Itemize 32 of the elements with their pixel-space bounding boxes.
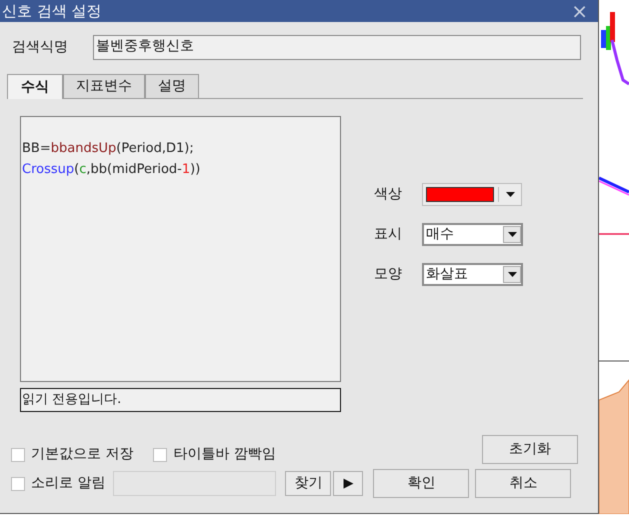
dropdown[interactable]: 매수 [422, 223, 523, 246]
window-title: 신호 검색 설정 [2, 4, 102, 18]
dropdown[interactable]: 화살표 [422, 263, 523, 286]
ok-button[interactable]: 확인 [373, 469, 470, 498]
tab[interactable]: 지표변수 [63, 74, 145, 98]
checkbox-label: 타이틀바 깜빡임 [173, 445, 276, 464]
code-line: BB=bbandsUp(Period,D1); [22, 140, 195, 158]
dropdown-arrow-icon [508, 272, 516, 277]
formula-editor[interactable]: BB=bbandsUp(Period,D1); Crossup(c,bb(midPeriod-1)) [20, 116, 341, 382]
dropdown-arrow-icon [508, 232, 516, 237]
read-only-notice: 읽기 전용입니다. [20, 388, 341, 412]
setting-label: 모양 [374, 265, 403, 284]
setting-label: 색상 [374, 185, 403, 204]
tab[interactable]: 수식 [7, 74, 63, 99]
find-button[interactable]: 찾기 [285, 471, 332, 496]
dropdown-arrow-icon [506, 192, 515, 197]
cancel-button[interactable]: 취소 [475, 469, 572, 498]
checkbox-label: 기본값으로 저장 [31, 445, 134, 464]
checkbox-label: 소리로 알림 [31, 474, 106, 493]
checkbox[interactable] [153, 448, 168, 462]
close-button[interactable]: × [571, 1, 588, 21]
color-dropdown[interactable] [422, 183, 522, 206]
field-label: 검색식명 [12, 38, 69, 57]
play-button[interactable]: ▶ [333, 471, 364, 496]
name-input-field[interactable]: 볼벤중후행신호 [93, 35, 581, 60]
reset-button[interactable]: 초기화 [482, 435, 578, 464]
sound-file-field[interactable] [113, 471, 276, 496]
tab[interactable]: 설명 [145, 74, 199, 98]
checkbox[interactable] [11, 476, 25, 490]
code-line: Crossup(c,bb(midPeriod-1)) [22, 161, 202, 179]
checkbox[interactable] [11, 448, 25, 462]
setting-label: 표시 [374, 225, 403, 244]
